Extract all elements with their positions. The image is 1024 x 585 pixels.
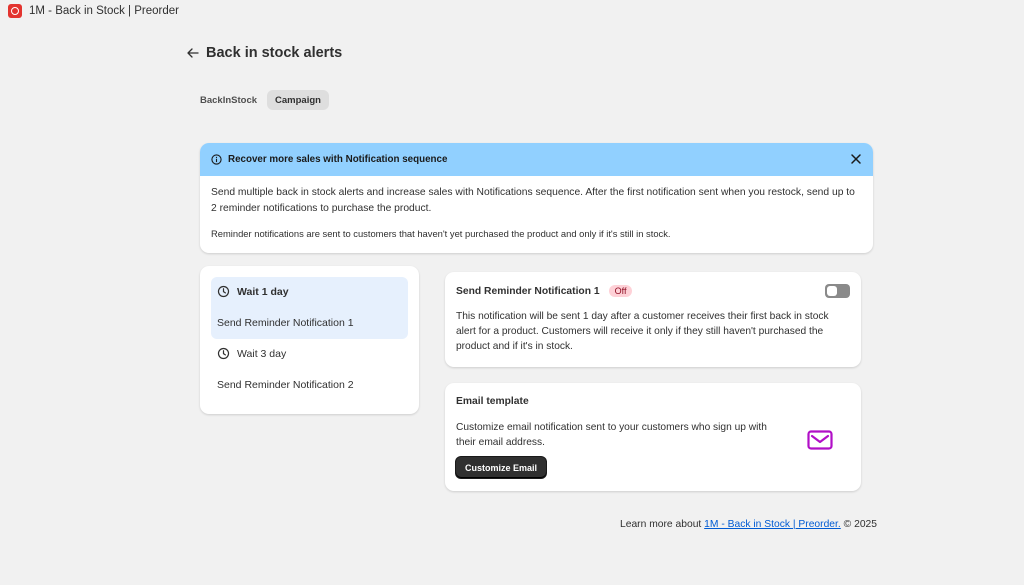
banner-title: Recover more sales with Notification seq… [228, 154, 448, 165]
app-topbar: 1M - Back in Stock | Preorder [0, 0, 1024, 22]
info-icon [211, 154, 222, 165]
notification-card: Send Reminder Notification 1 Off This no… [445, 272, 861, 367]
back-arrow-icon[interactable] [186, 46, 200, 60]
email-template-title: Email template [456, 396, 529, 407]
footer-copyright: © 2025 [843, 519, 877, 530]
page-title: Back in stock alerts [206, 45, 343, 61]
app-title: 1M - Back in Stock | Preorder [29, 5, 179, 17]
step-name[interactable]: Send Reminder Notification 2 [217, 368, 402, 401]
footer: Learn more about 1M - Back in Stock | Pr… [0, 519, 877, 530]
sequence-step-2[interactable]: Wait 3 day Send Reminder Notification 2 [211, 339, 408, 401]
banner-header: Recover more sales with Notification seq… [200, 143, 873, 176]
clock-icon [217, 347, 230, 360]
notification-toggle[interactable] [825, 284, 850, 298]
step-wait-label: Wait 1 day [237, 285, 289, 298]
step-name[interactable]: Send Reminder Notification 1 [217, 306, 402, 339]
tab-campaign[interactable]: Campaign [267, 90, 329, 110]
step-wait: Wait 1 day [217, 277, 402, 306]
app-logo-icon [8, 4, 22, 18]
close-icon[interactable] [850, 153, 862, 165]
notification-title: Send Reminder Notification 1 [456, 285, 600, 297]
tab-backinstock[interactable]: BackInStock [194, 90, 263, 110]
step-wait: Wait 3 day [217, 339, 402, 368]
footer-prefix: Learn more about [620, 519, 702, 530]
page-header: Back in stock alerts [186, 45, 342, 61]
status-badge: Off [608, 285, 633, 297]
banner-text: Send multiple back in stock alerts and i… [211, 187, 855, 214]
step-wait-label: Wait 3 day [237, 347, 287, 360]
email-template-card: Email template Customize email notificat… [445, 383, 861, 491]
notification-description: This notification will be sent 1 day aft… [456, 311, 829, 352]
clock-icon [217, 285, 230, 298]
sequence-step-1[interactable]: Wait 1 day Send Reminder Notification 1 [211, 277, 408, 339]
mail-icon [807, 430, 833, 450]
info-banner: Recover more sales with Notification seq… [200, 143, 873, 253]
customize-email-button[interactable]: Customize Email [456, 457, 547, 478]
sequence-steps-card: Wait 1 day Send Reminder Notification 1 … [200, 266, 419, 414]
banner-note: Reminder notifications are sent to custo… [211, 228, 671, 239]
email-template-description: Customize email notification sent to you… [456, 422, 767, 448]
tabs: BackInStock Campaign [194, 90, 329, 110]
footer-app-link[interactable]: 1M - Back in Stock | Preorder. [704, 519, 841, 530]
